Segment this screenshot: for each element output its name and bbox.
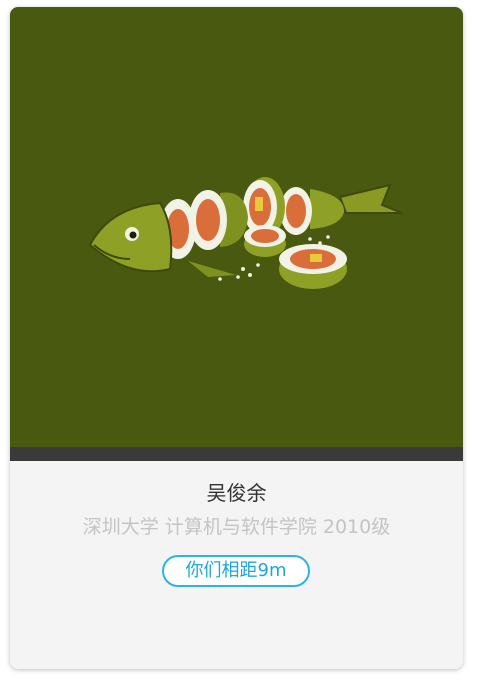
user-school-info: 深圳大学 计算机与软件学院 2010级 bbox=[82, 516, 391, 538]
fish-sushi-illustration-icon bbox=[88, 177, 403, 289]
distance-badge[interactable]: 你们相距9m bbox=[162, 555, 310, 587]
profile-photo[interactable] bbox=[10, 7, 463, 447]
photo-bottom-bar bbox=[10, 447, 463, 461]
user-name: 吴俊余 bbox=[206, 481, 267, 505]
profile-card[interactable]: 吴俊余 深圳大学 计算机与软件学院 2010级 你们相距9m bbox=[10, 7, 463, 669]
